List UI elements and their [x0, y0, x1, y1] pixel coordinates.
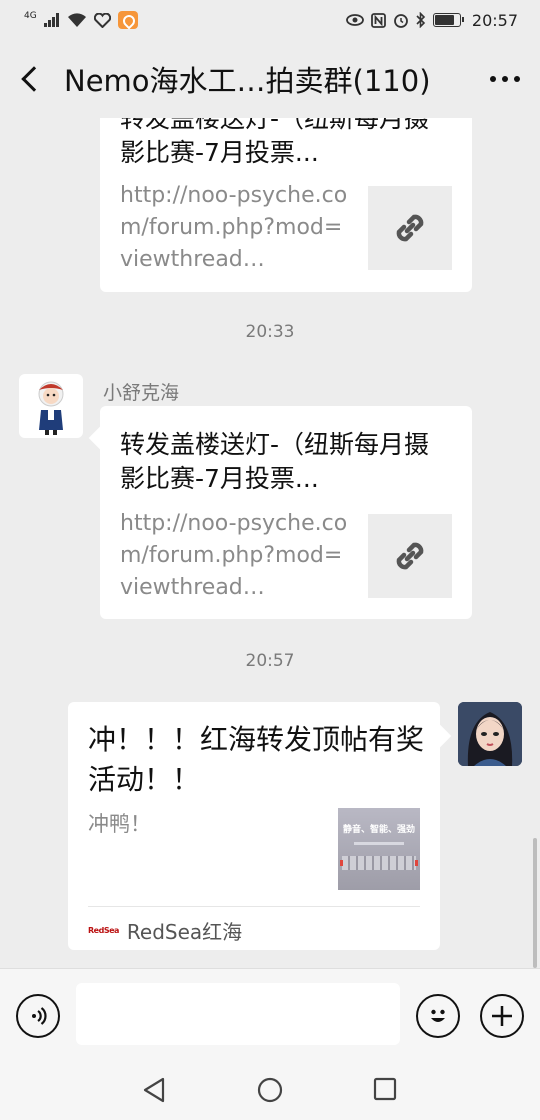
portrait-avatar-icon [458, 702, 522, 766]
bluetooth-icon [416, 12, 426, 28]
battery-icon [432, 13, 464, 27]
nav-back-button[interactable] [142, 1077, 166, 1107]
sender-name: 小舒克海 [103, 382, 180, 404]
cartoon-avatar-icon [38, 381, 64, 435]
redsea-logo: RedSea [88, 926, 119, 935]
link-thumbnail [368, 514, 452, 598]
square-recents-icon [373, 1077, 397, 1101]
sender-avatar[interactable] [19, 374, 83, 438]
more-options-button[interactable] [470, 76, 540, 82]
article-source-name: RedSea红海 [126, 920, 243, 944]
more-functions-button[interactable] [480, 994, 524, 1038]
link-thumbnail [368, 186, 452, 270]
thumbnail-caption: 静音、智能、强劲 [342, 825, 415, 835]
link-icon [396, 542, 424, 570]
dot-icon [502, 76, 508, 82]
timestamp: 20:57 [245, 651, 295, 671]
link-card-message[interactable]: 转发盖楼送灯-（纽斯每月摄影比赛-7月投票... http://noo-psyc… [100, 118, 472, 292]
message-input[interactable] [76, 983, 400, 1045]
nfc-icon [370, 12, 386, 28]
link-card-url: http://noo-psyche.com/forum.php?mod=view… [120, 183, 348, 272]
voice-icon [32, 1007, 47, 1025]
link-card-message[interactable]: 转发盖楼送灯-（纽斯每月摄影比赛-7月投票... http://noo-psyc… [88, 406, 472, 619]
chat-message-list[interactable]: 转发盖楼送灯-（纽斯每月摄影比赛-7月投票... http://noo-psyc… [0, 118, 540, 968]
link-icon [396, 214, 424, 242]
circle-home-icon [257, 1077, 283, 1103]
timestamp: 20:33 [245, 322, 295, 342]
scrollbar[interactable] [533, 838, 537, 968]
chevron-left-icon [21, 66, 47, 92]
message-input-bar [0, 968, 540, 1060]
shared-article-title: 冲！！！红海转发顶帖有奖活动！！ [88, 723, 425, 796]
system-navigation-bar [0, 1060, 540, 1120]
back-button[interactable] [0, 40, 60, 118]
my-avatar[interactable] [458, 702, 522, 766]
status-bar: 4G 20:57 [0, 0, 540, 40]
nav-recents-button[interactable] [373, 1077, 397, 1105]
shared-article-message[interactable]: 冲！！！红海转发顶帖有奖活动！！ 冲鸭！ 静音、智能、强劲 RedSea Red… [68, 702, 452, 950]
link-card-title: 转发盖楼送灯-（纽斯每月摄影比赛-7月投票... [120, 430, 430, 493]
status-time: 20:57 [471, 10, 518, 30]
orange-app-icon [117, 11, 138, 29]
article-source[interactable]: RedSea RedSea红海 [88, 916, 242, 945]
plus-icon [492, 1006, 512, 1026]
shared-article-thumbnail: 静音、智能、强劲 [338, 808, 420, 890]
emoji-button[interactable] [416, 994, 460, 1038]
bubble-tail [428, 724, 452, 748]
link-card-url: http://noo-psyche.com/forum.php?mod=view… [120, 511, 348, 600]
card-divider [88, 906, 420, 907]
nav-home-button[interactable] [257, 1077, 283, 1107]
triangle-back-icon [143, 1077, 165, 1103]
smiley-icon [431, 1009, 445, 1022]
alarm-icon [393, 14, 408, 28]
heart-app-icon [93, 12, 111, 28]
network-type: 4G [24, 10, 37, 21]
bubble-tail [88, 426, 112, 450]
shared-article-description: 冲鸭！ [88, 812, 151, 836]
wifi-icon [67, 12, 86, 27]
chat-title: Nemo海水工…拍卖群(110) [64, 64, 431, 98]
eye-icon [345, 14, 364, 26]
dot-icon [514, 76, 520, 82]
link-card-title: 转发盖楼送灯-（纽斯每月摄影比赛-7月投票... [120, 118, 430, 167]
signal-icon [43, 13, 59, 27]
dot-icon [490, 76, 496, 82]
chat-header: Nemo海水工…拍卖群(110) [0, 40, 540, 118]
voice-input-button[interactable] [16, 994, 60, 1038]
